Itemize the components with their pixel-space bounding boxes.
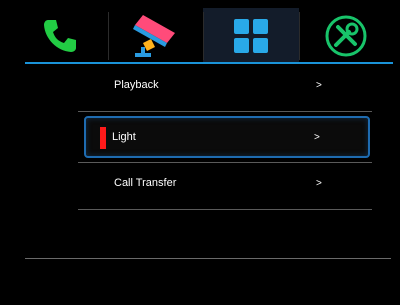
chevron-right-icon: > [316,79,322,91]
divider [78,209,372,210]
menu-item-light[interactable]: Light > [84,116,370,158]
tab-monitor[interactable] [107,8,204,64]
camera-icon [133,15,176,57]
chevron-right-icon: > [314,131,320,143]
chevron-right-icon: > [316,177,322,189]
selection-marker [100,127,106,149]
menu-item-label: Light [112,131,136,143]
menu-item-call-transfer[interactable]: Call Transfer > [78,163,372,203]
menu-item-label: Playback [114,79,159,91]
settings-menu: Playback > Light > Call Transfer > [78,65,372,210]
bottom-divider [25,258,391,259]
tab-underline [25,62,393,64]
grid-icon [233,19,268,53]
phone-icon [43,20,76,52]
divider [78,111,372,112]
top-tab-bar [12,8,394,64]
tools-icon [325,15,367,57]
menu-item-playback[interactable]: Playback > [78,65,372,105]
tab-settings[interactable] [298,8,395,64]
tab-call[interactable] [12,8,108,64]
tab-apps[interactable] [203,8,299,64]
menu-item-label: Call Transfer [114,177,177,189]
app-screen: Playback > Light > Call Transfer > [0,0,400,305]
